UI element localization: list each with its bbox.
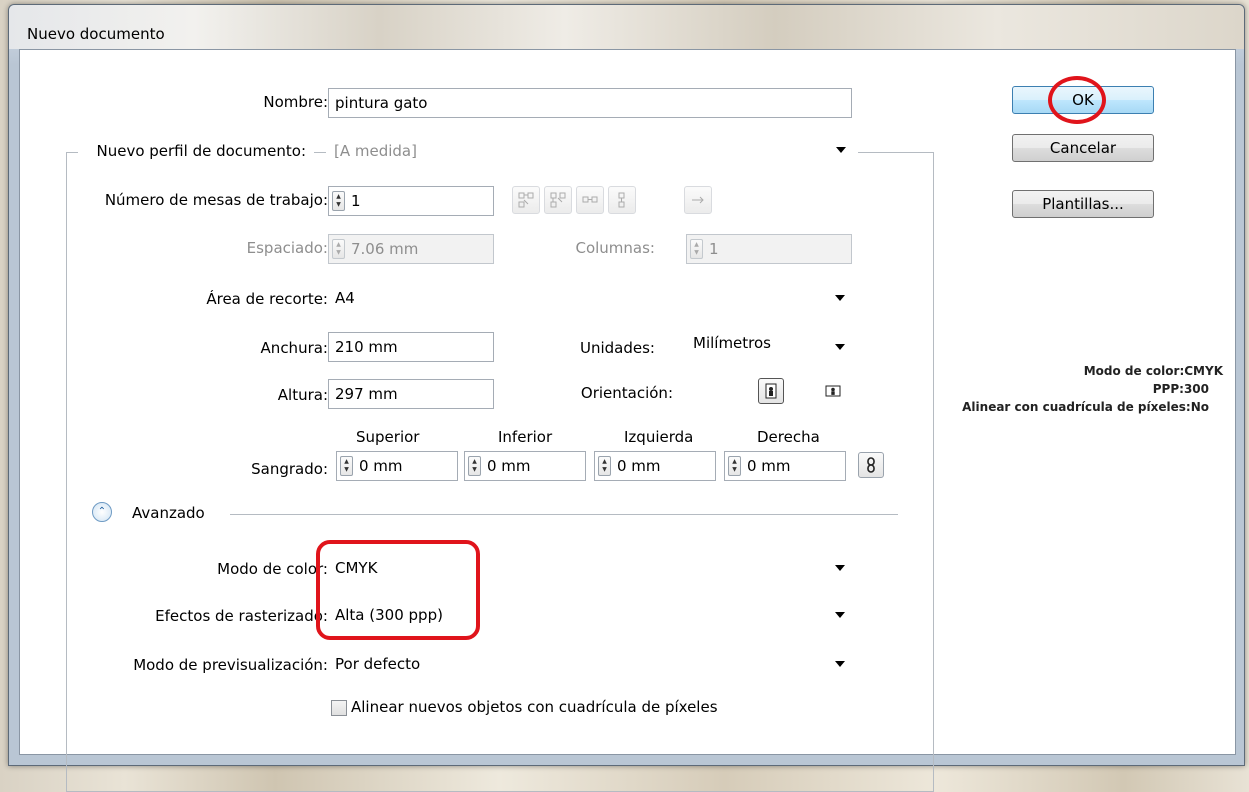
arrange-by-row-icon[interactable] <box>576 186 604 214</box>
orientation-label: Orientación: <box>580 384 673 402</box>
grid-by-row-icon[interactable] <box>512 186 540 214</box>
height-value: 297 mm <box>335 385 398 403</box>
units-value: Milímetros <box>693 334 771 352</box>
new-document-dialog: Nuevo documento Nombre: pintura gato Nue… <box>8 4 1245 792</box>
name-label: Nombre: <box>263 93 328 111</box>
stepper-arrows-icon[interactable]: ▲ ▼ <box>340 456 353 476</box>
stepper-arrows-icon[interactable]: ▲ ▼ <box>332 239 345 259</box>
align-pixel-label[interactable]: Alinear nuevos objetos con cuadrícula de… <box>351 698 718 716</box>
chevron-down-icon <box>836 147 846 153</box>
raster-label: Efectos de rasterizado: <box>155 607 328 625</box>
left-to-right-icon[interactable] <box>684 186 712 214</box>
artboards-value: 1 <box>351 192 361 210</box>
spacing-value: 7.06 mm <box>351 240 419 258</box>
bleed-top-stepper[interactable]: ▲ ▼ 0 mm <box>336 451 458 481</box>
units-select[interactable]: Milímetros <box>686 332 852 362</box>
artboards-stepper[interactable]: ▲ ▼ 1 <box>328 186 494 216</box>
profile-select[interactable]: [A medida] <box>328 136 852 166</box>
stepper-arrows-icon[interactable]: ▲ ▼ <box>468 456 481 476</box>
columns-stepper[interactable]: ▲ ▼ 1 <box>686 234 852 264</box>
bleed-left-label: Izquierda <box>624 428 694 446</box>
bleed-right-stepper[interactable]: ▲ ▼ 0 mm <box>724 451 846 481</box>
width-input[interactable]: 210 mm <box>328 332 494 362</box>
crop-label: Área de recorte: <box>206 290 328 308</box>
profile-value: [A medida] <box>334 142 417 160</box>
bleed-left-value: 0 mm <box>617 457 661 475</box>
bleed-bottom-label: Inferior <box>498 428 553 446</box>
title-bar[interactable]: Nuevo documento <box>9 5 1244 49</box>
info-ppp: PPP:300 <box>1152 382 1209 396</box>
name-value: pintura gato <box>335 94 428 112</box>
advanced-separator <box>230 514 898 515</box>
preview-select[interactable]: Por defecto <box>328 649 852 679</box>
advanced-label: Avanzado <box>132 504 205 522</box>
artboards-label: Número de mesas de trabajo: <box>104 191 328 209</box>
collapse-icon[interactable]: ⌃ <box>92 502 112 522</box>
height-input[interactable]: 297 mm <box>328 379 494 409</box>
bleed-label: Sangrado: <box>251 460 328 478</box>
info-color-mode: Modo de color:CMYK <box>1083 364 1223 378</box>
stepper-arrows-icon[interactable]: ▲ ▼ <box>598 456 611 476</box>
link-icon[interactable] <box>858 452 884 478</box>
templates-button[interactable]: Plantillas... <box>1012 190 1154 218</box>
landscape-icon[interactable] <box>820 378 846 404</box>
height-label: Altura: <box>277 386 328 404</box>
chevron-down-icon <box>835 344 845 350</box>
align-pixel-checkbox[interactable] <box>331 700 347 716</box>
crop-value: A4 <box>335 289 355 307</box>
stepper-arrows-icon[interactable]: ▲ ▼ <box>332 191 345 211</box>
bleed-bottom-value: 0 mm <box>487 457 531 475</box>
profile-label: Nuevo perfil de documento: <box>96 142 306 160</box>
preview-label: Modo de previsualización: <box>133 656 328 674</box>
ok-highlight-annotation <box>1048 76 1106 124</box>
portrait-icon[interactable] <box>758 378 784 404</box>
group-line-left <box>66 152 78 153</box>
name-input[interactable]: pintura gato <box>328 88 852 118</box>
width-value: 210 mm <box>335 338 398 356</box>
chevron-down-icon <box>835 565 845 571</box>
chevron-down-icon <box>835 295 845 301</box>
group-line-mid <box>314 152 326 153</box>
bleed-top-value: 0 mm <box>359 457 403 475</box>
bleed-bottom-stepper[interactable]: ▲ ▼ 0 mm <box>464 451 586 481</box>
stepper-arrows-icon[interactable]: ▲ ▼ <box>728 456 741 476</box>
crop-select[interactable]: A4 <box>328 283 852 313</box>
window-title: Nuevo documento <box>27 25 165 43</box>
cancel-button[interactable]: Cancelar <box>1012 134 1154 162</box>
spacing-stepper[interactable]: ▲ ▼ 7.06 mm <box>328 234 494 264</box>
bleed-right-value: 0 mm <box>747 457 791 475</box>
info-align: Alinear con cuadrícula de píxeles:No <box>962 400 1209 414</box>
columns-value: 1 <box>709 240 719 258</box>
preview-value: Por defecto <box>335 655 421 673</box>
dialog-body: Nombre: pintura gato Nuevo perfil de doc… <box>19 49 1236 792</box>
stepper-arrows-icon[interactable]: ▲ ▼ <box>690 239 703 259</box>
bleed-top-label: Superior <box>356 428 420 446</box>
color-mode-label: Modo de color: <box>217 560 328 578</box>
spacing-label: Espaciado: <box>246 239 328 257</box>
arrange-by-column-icon[interactable] <box>608 186 636 214</box>
columns-label: Columnas: <box>575 239 655 257</box>
group-line-right <box>858 152 934 153</box>
grid-by-column-icon[interactable] <box>544 186 572 214</box>
units-label: Unidades: <box>580 339 655 357</box>
bleed-right-label: Derecha <box>757 428 820 446</box>
chevron-down-icon <box>835 612 845 618</box>
color-raster-highlight-annotation <box>316 540 480 640</box>
bleed-left-stepper[interactable]: ▲ ▼ 0 mm <box>594 451 716 481</box>
width-label: Anchura: <box>260 339 328 357</box>
chevron-down-icon <box>835 661 845 667</box>
